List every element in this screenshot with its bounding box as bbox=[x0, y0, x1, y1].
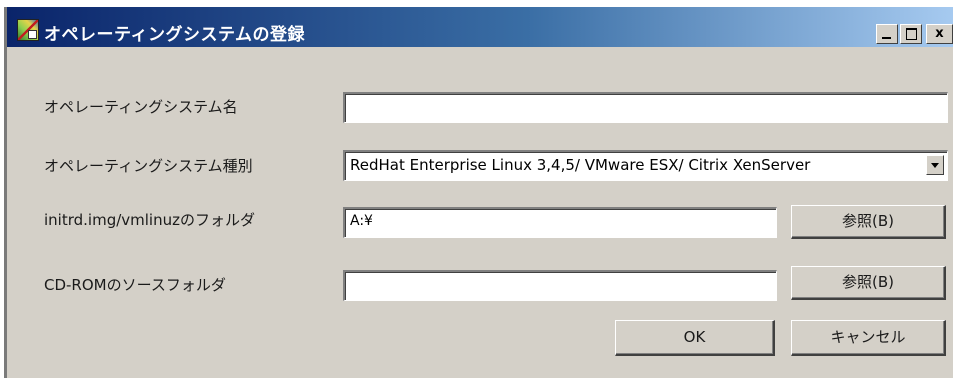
ok-button[interactable]: OK bbox=[615, 320, 775, 356]
close-icon: x bbox=[935, 26, 944, 41]
title-bar[interactable]: オペレーティングシステムの登録 x bbox=[7, 7, 953, 47]
cdrom-browse-button[interactable]: 参照(B) bbox=[791, 266, 946, 300]
initrd-browse-button[interactable]: 参照(B) bbox=[791, 205, 946, 239]
maximize-button[interactable] bbox=[900, 24, 922, 44]
os-name-input[interactable] bbox=[343, 92, 948, 123]
cdrom-folder-label: CD-ROMのソースフォルダ bbox=[44, 276, 226, 294]
minimize-button[interactable] bbox=[876, 24, 898, 44]
cancel-button[interactable]: キャンセル bbox=[791, 320, 946, 356]
initrd-folder-input[interactable]: A:¥ bbox=[343, 207, 777, 238]
chevron-down-icon[interactable] bbox=[926, 155, 944, 175]
close-button[interactable]: x bbox=[926, 24, 953, 44]
os-name-label: オペレーティングシステム名 bbox=[44, 98, 238, 116]
os-type-select[interactable]: RedHat Enterprise Linux 3,4,5/ VMware ES… bbox=[343, 150, 948, 181]
os-type-label: オペレーティングシステム種別 bbox=[44, 157, 253, 175]
cdrom-folder-input[interactable] bbox=[343, 270, 777, 301]
os-type-selected-value: RedHat Enterprise Linux 3,4,5/ VMware ES… bbox=[350, 156, 811, 174]
dialog-window: オペレーティングシステムの登録 x オペレーティングシステム名 オペレーティング… bbox=[4, 7, 953, 378]
window-title: オペレーティングシステムの登録 bbox=[44, 25, 305, 45]
initrd-folder-label: initrd.img/vmlinuzのフォルダ bbox=[44, 211, 255, 229]
app-icon bbox=[17, 19, 39, 41]
